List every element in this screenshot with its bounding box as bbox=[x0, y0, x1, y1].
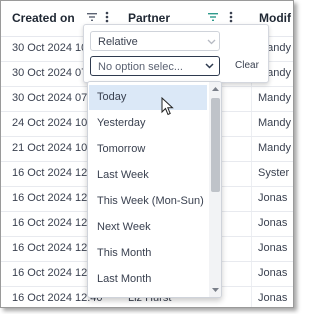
filter-active-icon[interactable] bbox=[207, 10, 219, 24]
modified-by-cell: Mandy bbox=[258, 142, 292, 154]
modified-by-cell: Syster bbox=[258, 167, 290, 179]
created-on-cell: 30 Oct 2024 07: bbox=[12, 92, 91, 104]
modified-by-cell: Jonas bbox=[258, 217, 288, 229]
filter-popover: Relative No option selec... Clear bbox=[83, 24, 269, 83]
created-on-cell: 30 Oct 2024 10: bbox=[12, 42, 91, 54]
option-last-month[interactable]: Last Month bbox=[89, 267, 207, 292]
chevron-down-icon bbox=[207, 39, 216, 45]
relative-option-placeholder: No option selec... bbox=[98, 61, 183, 73]
kebab-menu-icon[interactable] bbox=[101, 10, 113, 24]
option-tomorrow[interactable]: Tomorrow bbox=[89, 137, 207, 162]
modified-by-cell: Mandy bbox=[258, 117, 292, 129]
dropdown-scrollbar[interactable] bbox=[209, 82, 221, 297]
option-next-week[interactable]: Next Week bbox=[89, 215, 207, 240]
scroll-down-arrow-icon[interactable] bbox=[211, 287, 220, 293]
filter-mode-value: Relative bbox=[98, 36, 138, 48]
scroll-up-arrow-icon[interactable] bbox=[211, 86, 220, 92]
chevron-down-icon bbox=[205, 63, 214, 69]
created-on-cell: 16 Oct 2024 12: bbox=[12, 167, 91, 179]
relative-option-select[interactable]: No option selec... bbox=[90, 56, 220, 76]
clear-button[interactable]: Clear bbox=[230, 57, 264, 75]
created-on-cell: 16 Oct 2024 12: bbox=[12, 267, 91, 279]
kebab-menu-icon[interactable] bbox=[225, 10, 237, 24]
filter-icon[interactable] bbox=[86, 10, 98, 24]
column-header-partner[interactable]: Partner bbox=[128, 11, 170, 25]
column-header-modified[interactable]: Modif bbox=[259, 11, 291, 25]
created-on-cell: 16 Oct 2024 12: bbox=[12, 192, 91, 204]
option-yesterday[interactable]: Yesterday bbox=[89, 111, 207, 136]
option-this-month[interactable]: This Month bbox=[89, 241, 207, 266]
option-today[interactable]: Today bbox=[89, 85, 207, 110]
data-grid-window: Created on Partner Modif 30 Oct 2024 10: bbox=[0, 0, 294, 308]
mouse-pointer-icon bbox=[161, 97, 174, 116]
scrollbar-thumb[interactable] bbox=[211, 98, 220, 192]
option-last-week[interactable]: Last Week bbox=[89, 163, 207, 188]
created-on-cell: 16 Oct 2024 12: bbox=[12, 217, 91, 229]
modified-by-cell: Jonas bbox=[258, 267, 288, 279]
modified-by-cell: Jonas bbox=[258, 192, 288, 204]
modified-by-cell: Mandy bbox=[258, 92, 292, 104]
filter-mode-select[interactable]: Relative bbox=[90, 31, 220, 51]
option-this-week[interactable]: This Week (Mon-Sun) bbox=[89, 189, 207, 214]
created-on-cell: 21 Oct 2024 10: bbox=[12, 142, 91, 154]
modified-by-cell: Jonas bbox=[258, 292, 288, 304]
column-header-created-on[interactable]: Created on bbox=[12, 11, 75, 25]
relative-date-options-list: Today Yesterday Tomorrow Last Week This … bbox=[87, 81, 222, 298]
modified-by-cell: Jonas bbox=[258, 242, 288, 254]
created-on-cell: 30 Oct 2024 07 bbox=[12, 67, 88, 79]
created-on-cell: 24 Oct 2024 10: bbox=[12, 117, 91, 129]
created-on-cell: 16 Oct 2024 12: bbox=[12, 242, 91, 254]
